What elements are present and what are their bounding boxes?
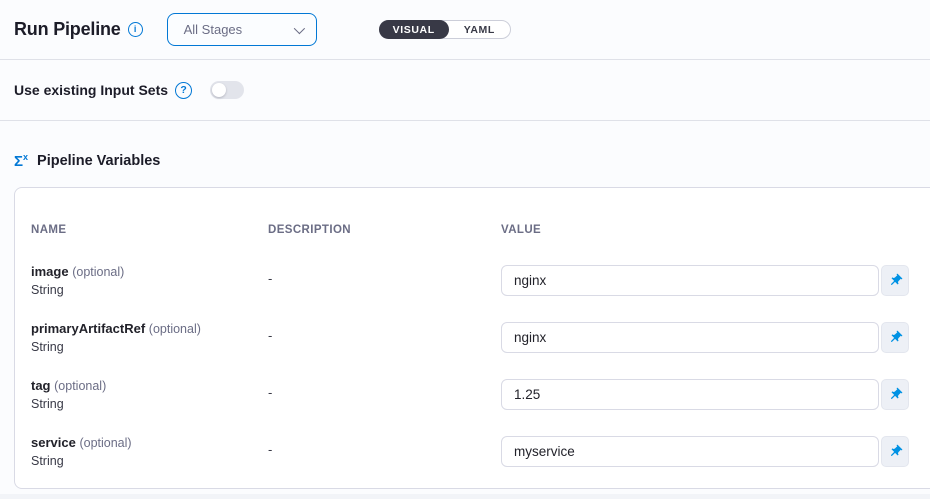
variable-name-cell: tag (optional) String <box>31 379 268 411</box>
variable-optional-tag: (optional) <box>54 379 106 393</box>
table-row: primaryArtifactRef (optional) String - <box>31 309 930 366</box>
variable-description: - <box>268 436 501 457</box>
variable-value-group <box>501 379 909 410</box>
pipeline-variables-title: Σx Pipeline Variables <box>0 153 930 169</box>
variable-description: - <box>268 265 501 286</box>
variable-optional-tag: (optional) <box>72 265 124 279</box>
variable-value-cell <box>501 379 909 410</box>
page-title: Run Pipeline <box>14 19 121 40</box>
use-input-sets-label: Use existing Input Sets <box>14 82 168 98</box>
stage-selector-dropdown[interactable]: All Stages <box>167 13 317 46</box>
variable-type: String <box>31 340 268 354</box>
table-header: NAME DESCRIPTION VALUE <box>31 224 930 236</box>
table-body: image (optional) String - primaryArtifac… <box>31 252 930 480</box>
table-row: service (optional) String - <box>31 423 930 480</box>
variable-value-input[interactable] <box>501 265 879 296</box>
variable-description: - <box>268 379 501 400</box>
chevron-down-icon <box>293 22 304 33</box>
variable-type: String <box>31 397 268 411</box>
pin-button[interactable] <box>881 436 909 467</box>
variable-value-group <box>501 436 909 467</box>
pin-button[interactable] <box>881 379 909 410</box>
variable-name: tag <box>31 378 51 393</box>
variable-value-cell <box>501 322 909 353</box>
variable-type: String <box>31 283 268 297</box>
column-header-description: DESCRIPTION <box>268 224 501 236</box>
use-input-sets-row: Use existing Input Sets ? <box>0 60 930 121</box>
variable-name-cell: image (optional) String <box>31 265 268 297</box>
variable-name: primaryArtifactRef <box>31 321 145 336</box>
header: Run Pipeline i All Stages VISUAL YAML <box>0 0 930 60</box>
column-header-name: NAME <box>31 224 268 236</box>
table-row: tag (optional) String - <box>31 366 930 423</box>
variable-value-input[interactable] <box>501 379 879 410</box>
stage-selector-value: All Stages <box>184 22 243 37</box>
variable-value-cell <box>501 265 909 296</box>
pin-icon <box>884 384 905 405</box>
section-title-text: Pipeline Variables <box>37 153 160 169</box>
variable-name-cell: primaryArtifactRef (optional) String <box>31 322 268 354</box>
pin-icon <box>884 270 905 291</box>
pin-button[interactable] <box>881 322 909 353</box>
variable-type: String <box>31 454 268 468</box>
variable-value-group <box>501 322 909 353</box>
use-input-sets-toggle[interactable] <box>210 81 244 99</box>
pipeline-variables-section: Σx Pipeline Variables NAME DESCRIPTION V… <box>0 121 930 489</box>
variable-value-cell <box>501 436 909 467</box>
variable-optional-tag: (optional) <box>79 436 131 450</box>
info-icon[interactable]: i <box>128 22 143 37</box>
pin-button[interactable] <box>881 265 909 296</box>
table-row: image (optional) String - <box>31 252 930 309</box>
variables-sigma-icon: Σx <box>14 153 28 169</box>
variable-name: service <box>31 435 76 450</box>
variable-optional-tag: (optional) <box>149 322 201 336</box>
pin-icon <box>884 441 905 462</box>
view-mode-toggle: VISUAL YAML <box>379 20 511 39</box>
variable-description: - <box>268 322 501 343</box>
pin-icon <box>884 327 905 348</box>
tab-yaml[interactable]: YAML <box>449 21 510 38</box>
column-header-value: VALUE <box>501 224 909 236</box>
toggle-knob <box>212 83 226 97</box>
bottom-strip <box>0 494 930 499</box>
tab-visual[interactable]: VISUAL <box>379 20 449 39</box>
pipeline-variables-card: NAME DESCRIPTION VALUE image (optional) … <box>14 187 930 489</box>
variable-name: image <box>31 264 69 279</box>
variable-value-input[interactable] <box>501 436 879 467</box>
help-icon[interactable]: ? <box>175 82 192 99</box>
variable-value-input[interactable] <box>501 322 879 353</box>
variable-value-group <box>501 265 909 296</box>
variable-name-cell: service (optional) String <box>31 436 268 468</box>
